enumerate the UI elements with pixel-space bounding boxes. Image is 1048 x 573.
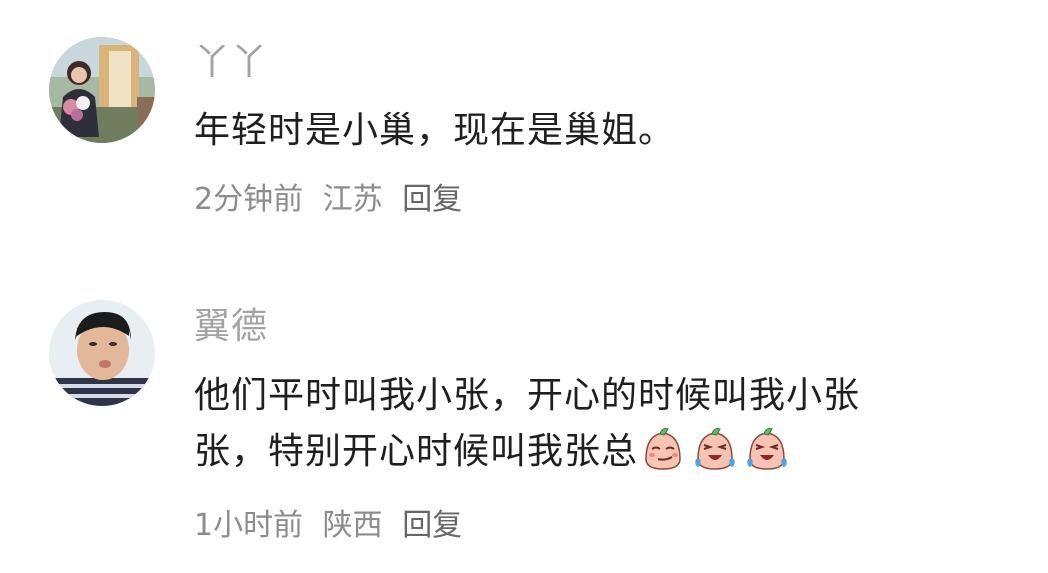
- avatar[interactable]: [49, 300, 155, 406]
- comment-meta: 2分钟前 江苏 回复: [194, 180, 472, 220]
- reply-button[interactable]: 回复: [402, 182, 462, 217]
- comment-location: 陕西: [322, 508, 383, 543]
- avatar-photo-icon: [49, 300, 155, 406]
- comment-text: 年轻时是小巢，现在是巢姐。: [194, 103, 974, 159]
- comment-text-line: 他们平时叫我小张，开心的时候叫我小张: [194, 375, 861, 416]
- username[interactable]: 翼德: [194, 304, 268, 350]
- comment-time: 1小时前: [194, 508, 304, 543]
- username[interactable]: 丫丫: [194, 40, 268, 86]
- comment-time: 2分钟前: [194, 182, 304, 217]
- comment-text-line: 年轻时是小巢，现在是巢姐。: [194, 110, 676, 151]
- comment-meta: 1小时前 陕西 回复: [194, 506, 472, 546]
- smirk-face-emoji-icon: [638, 425, 688, 473]
- reply-button[interactable]: 回复: [402, 508, 462, 543]
- laugh-cry-emoji-icon: [690, 425, 740, 473]
- comment-location: 江苏: [322, 182, 383, 217]
- laugh-cry-emoji-icon: [742, 425, 792, 473]
- comment-text-fragment: 张，特别开心时候叫我张总: [194, 431, 639, 472]
- avatar-photo-icon: [49, 37, 155, 143]
- avatar[interactable]: [49, 37, 155, 143]
- comment-text: 他们平时叫我小张，开心的时候叫我小张 张，特别开心时候叫我张总: [194, 368, 974, 480]
- comment-text-line: 张，特别开心时候叫我张总: [194, 424, 974, 480]
